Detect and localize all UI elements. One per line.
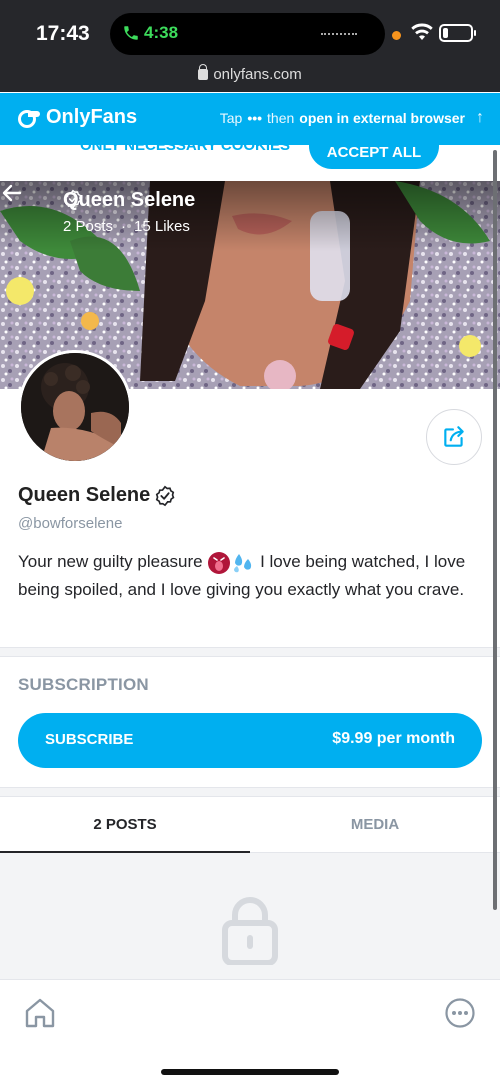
bottom-nav — [0, 979, 500, 1084]
verified-badge-icon — [64, 189, 82, 209]
brand-name: OnlyFans — [46, 106, 138, 128]
clock: 17:43 — [36, 22, 90, 45]
bio-text-start: Your new guilty pleasure — [18, 552, 203, 571]
locked-posts-area — [0, 853, 500, 979]
posts-count: 2 Posts — [63, 218, 114, 235]
only-necessary-cookies-button[interactable]: ONLY NECESSARY COOKIES — [80, 145, 290, 154]
subscribe-button[interactable]: SUBSCRIBE $9.99 per month — [18, 713, 482, 768]
onlyfans-logo[interactable]: OnlyFans — [18, 106, 137, 129]
sweat-droplets-emoji-icon — [234, 553, 252, 572]
scrollbar[interactable] — [493, 150, 497, 910]
audio-waveform-icon — [321, 33, 357, 35]
onlyfans-logo-icon — [18, 109, 40, 128]
mic-indicator-icon — [392, 31, 401, 40]
phone-icon — [124, 26, 138, 40]
subscription-price: $9.99 per month — [332, 730, 455, 747]
likes-count: 15 Likes — [134, 218, 190, 235]
hint-prefix: Tap — [219, 110, 243, 126]
battery-icon — [439, 24, 476, 42]
accept-all-cookies-button[interactable]: ACCEPT ALL — [309, 145, 439, 169]
header-stats: 2 Posts · 15 Likes — [63, 218, 190, 235]
call-timer: 4:38 — [144, 23, 179, 42]
stats-separator: · — [121, 218, 127, 235]
call-indicator[interactable]: 4:38 — [122, 23, 178, 43]
home-icon[interactable] — [23, 997, 57, 1029]
dynamic-island[interactable]: 4:38 — [110, 13, 385, 55]
wifi-icon — [411, 23, 433, 40]
hint-then: then — [267, 110, 295, 126]
subscribe-label: SUBSCRIBE — [45, 731, 134, 748]
avatar-image — [21, 353, 129, 461]
profile-bio: Your new guilty pleasure I love being wa… — [18, 548, 478, 604]
profile-tabs: 2 POSTS MEDIA — [0, 797, 500, 853]
back-arrow-icon[interactable] — [0, 181, 24, 205]
arrow-up-icon: ↑ — [476, 109, 484, 126]
status-bar: 17:43 4:38 onlyfans.com — [0, 0, 500, 92]
url-bar[interactable]: onlyfans.com — [0, 64, 500, 83]
home-indicator[interactable] — [161, 1069, 339, 1075]
profile-name: Queen Selene — [18, 484, 176, 507]
external-browser-hint: Tap ••• then open in external browser ↑ — [220, 109, 484, 127]
cookie-banner: ONLY NECESSARY COOKIES ACCEPT ALL — [0, 145, 500, 181]
section-divider — [0, 787, 500, 797]
subscription-heading: SUBSCRIPTION — [18, 675, 149, 694]
dots-icon: ••• — [247, 110, 263, 126]
share-icon — [444, 426, 464, 447]
share-button[interactable] — [426, 409, 482, 465]
tab-media[interactable]: MEDIA — [250, 797, 500, 853]
section-divider — [0, 647, 500, 657]
avatar[interactable] — [18, 350, 132, 464]
verified-badge-icon — [156, 485, 175, 506]
profile-username: @bowforselene — [18, 515, 123, 532]
secure-lock-icon — [198, 64, 209, 80]
profile-name-text: Queen Selene — [18, 484, 151, 506]
onlyfans-banner: OnlyFans Tap ••• then open in external b… — [0, 93, 500, 145]
tab-posts[interactable]: 2 POSTS — [0, 797, 250, 853]
lock-icon — [222, 897, 278, 965]
url-text: onlyfans.com — [213, 66, 302, 83]
header-profile-name: Queen Selene — [63, 189, 195, 212]
hint-action: open in external browser — [299, 110, 465, 126]
tongue-emoji-icon — [208, 551, 231, 574]
more-icon[interactable] — [444, 997, 476, 1029]
